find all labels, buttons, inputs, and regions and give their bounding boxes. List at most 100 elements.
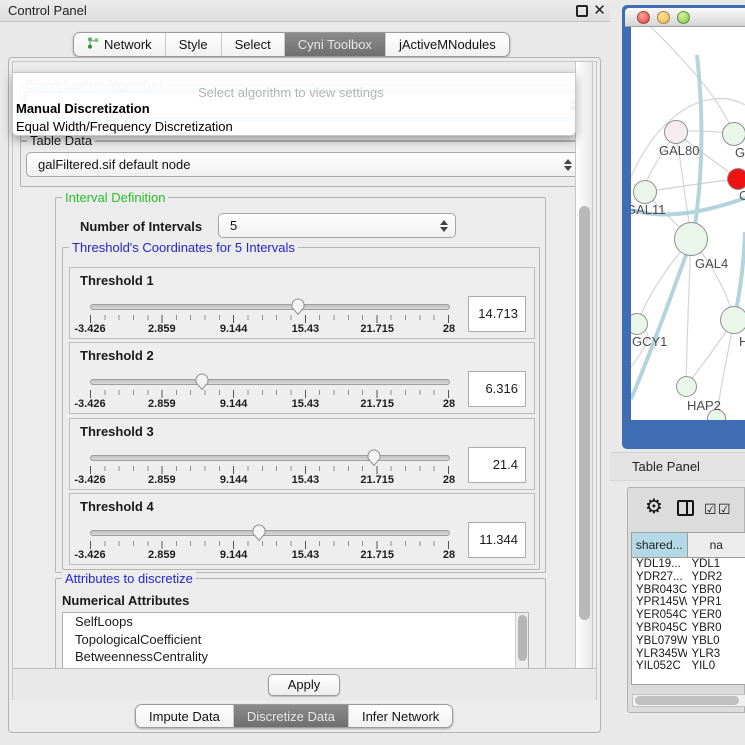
network-canvas[interactable]: GAL80GAGAL11CGAL4GCY1HHAP2 — [631, 27, 745, 420]
popup-option-manual-discretization[interactable]: Manual Discretization — [15, 100, 575, 118]
threshold-1-slider-thumb[interactable] — [290, 297, 306, 316]
table-cell[interactable]: YBL0 — [687, 635, 745, 648]
table-row[interactable]: YDL19... YDL1 — [632, 558, 745, 571]
network-node[interactable] — [633, 180, 657, 204]
network-node[interactable] — [720, 306, 745, 334]
attribute-list-item[interactable]: SelfLoops — [63, 613, 528, 631]
table-cell[interactable]: YIL0 — [687, 660, 745, 673]
network-node[interactable] — [722, 122, 745, 146]
tab-impute-data[interactable]: Impute Data — [136, 705, 233, 727]
network-graph-icon — [87, 33, 99, 56]
control-panel-tabs: Network Style Select Cyni Toolbox jActiv… — [73, 32, 510, 57]
threshold-2-slider-thumb[interactable] — [194, 372, 210, 391]
tab-jactivemnodules[interactable]: jActiveMNodules — [385, 33, 509, 56]
threshold-1-value-field[interactable]: 14.713 — [468, 296, 526, 332]
network-node-label: GAL11 — [631, 202, 666, 217]
table-cell[interactable]: YIL052C — [632, 660, 687, 673]
main-vertical-scrollbar[interactable] — [575, 62, 593, 668]
slider-scale-label: 9.144 — [220, 323, 248, 335]
slider-scale-label: -3.426 — [74, 549, 105, 561]
tab-select-label: Select — [235, 33, 271, 56]
table-row[interactable]: YIL052C YIL0 — [632, 660, 745, 673]
thresholds-group: Threshold's Coordinates for 5 Intervals … — [62, 247, 540, 570]
threshold-3-slider[interactable] — [90, 455, 450, 461]
tab-cyni-toolbox[interactable]: Cyni Toolbox — [284, 33, 385, 56]
table-cell[interactable]: YLR345W — [632, 648, 687, 661]
number-of-intervals-combo[interactable]: 5 — [218, 213, 456, 238]
table-row[interactable]: YBR045C YBR0 — [632, 622, 745, 635]
threshold-4-slider-thumb[interactable] — [251, 523, 267, 542]
threshold-2-value-field[interactable]: 6.316 — [468, 371, 526, 407]
minimize-light-icon[interactable] — [657, 11, 670, 24]
table-row[interactable]: YER054C YER0 — [632, 609, 745, 622]
table-data-combo[interactable]: galFiltered.sif default node — [26, 152, 580, 177]
tab-style[interactable]: Style — [165, 33, 221, 56]
checkbox-checked-icon[interactable]: ☑ — [718, 501, 731, 518]
number-of-intervals-value: 5 — [219, 218, 437, 233]
threshold-3-slider-thumb[interactable] — [366, 448, 382, 467]
table-cell[interactable]: YBR0 — [687, 584, 745, 597]
table-cell[interactable]: YBR043C — [632, 584, 687, 597]
threshold-3-panel: Threshold 3 -3.4262.8599.14415.4321.7152… — [69, 418, 535, 490]
zoom-light-icon[interactable] — [677, 11, 690, 24]
table-cell[interactable]: YBR045C — [632, 622, 687, 635]
tab-select[interactable]: Select — [221, 33, 284, 56]
popup-option-equal-width-frequency[interactable]: Equal Width/Frequency Discretization — [15, 118, 575, 136]
table-data-combo-value: galFiltered.sif default node — [27, 157, 561, 172]
slider-scale-label: 15.43 — [292, 474, 320, 486]
table-row[interactable]: YDR27... YDR2 — [632, 571, 745, 584]
table-cell[interactable]: YER0 — [687, 609, 745, 622]
control-panel-titlebar — [0, 0, 610, 22]
column-header-shared-name[interactable]: shared... — [632, 533, 688, 557]
attribute-list-item[interactable]: TopologicalCoefficient — [63, 631, 528, 649]
table-cell[interactable]: YBL079W — [632, 635, 687, 648]
table-row[interactable]: YBR043C YBR0 — [632, 584, 745, 597]
table-row[interactable]: YLR345W YLR3 — [632, 648, 745, 661]
table-cell[interactable]: YDR2 — [687, 571, 745, 584]
gear-icon[interactable]: ⚙ — [645, 496, 663, 518]
threshold-4-value-field[interactable]: 11.344 — [468, 522, 526, 558]
attribute-list-item[interactable]: BetweennessCentrality — [63, 648, 528, 666]
threshold-2-panel: Threshold 2 -3.4262.8599.14415.4321.7152… — [69, 342, 535, 414]
network-node-label: H — [739, 334, 745, 349]
network-window-titlebar — [625, 8, 745, 27]
table-cell[interactable]: YPR1 — [687, 596, 745, 609]
slider-major-ticks — [90, 466, 449, 474]
apply-button[interactable]: Apply — [268, 674, 340, 696]
slider-scale-label: -3.426 — [74, 474, 105, 486]
table-cell[interactable]: YDL19... — [632, 558, 687, 571]
table-cell[interactable]: YDL1 — [687, 558, 745, 571]
table-cell[interactable]: YDR27... — [632, 571, 687, 584]
tab-network[interactable]: Network — [74, 33, 165, 56]
network-node[interactable] — [676, 376, 697, 397]
table-cell[interactable]: YLR3 — [687, 648, 745, 661]
tab-infer-network[interactable]: Infer Network — [348, 705, 452, 727]
close-panel-icon[interactable]: ✕ — [593, 5, 606, 18]
network-node[interactable] — [674, 222, 708, 256]
table-cell[interactable]: YBR0 — [687, 622, 745, 635]
threshold-3-value-field[interactable]: 21.4 — [468, 447, 526, 483]
float-window-icon[interactable] — [576, 5, 588, 17]
threshold-2-slider[interactable] — [90, 379, 450, 385]
threshold-3-label: Threshold 3 — [80, 424, 154, 439]
column-header-name[interactable]: na — [688, 533, 745, 557]
scrollbar-thumb[interactable] — [635, 696, 739, 705]
threshold-4-slider[interactable] — [90, 530, 450, 536]
node-attribute-table[interactable]: shared... na YDL19... YDL1 YDR27... YDR2… — [631, 532, 745, 685]
slider-scale-label: 9.144 — [220, 474, 248, 486]
split-pane-icon[interactable] — [677, 500, 694, 516]
close-light-icon[interactable] — [637, 11, 650, 24]
slider-scale-label: 21.715 — [360, 549, 394, 561]
table-row[interactable]: YPR145W YPR1 — [632, 596, 745, 609]
network-node[interactable] — [664, 120, 688, 144]
table-cell[interactable]: YER054C — [632, 609, 687, 622]
table-row[interactable]: YBL079W YBL0 — [632, 635, 745, 648]
table-horizontal-scrollbar[interactable] — [632, 694, 745, 707]
numerical-attributes-label: Numerical Attributes — [62, 593, 189, 608]
tab-discretize-data[interactable]: Discretize Data — [233, 705, 348, 727]
scrollbar-thumb[interactable] — [579, 206, 590, 620]
network-node[interactable] — [727, 168, 745, 190]
threshold-1-slider[interactable] — [90, 304, 450, 310]
table-cell[interactable]: YPR145W — [632, 596, 687, 609]
checkbox-checked-icon[interactable]: ☑ — [704, 501, 717, 518]
